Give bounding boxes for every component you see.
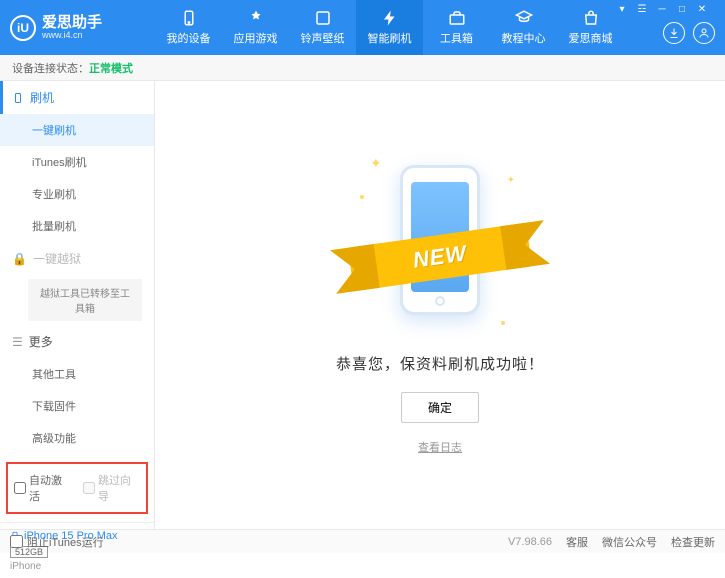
maximize-icon[interactable]: □ [675, 4, 689, 15]
flash-options-highlighted: 自动激活 跳过向导 [6, 462, 148, 514]
connection-mode: 正常模式 [89, 60, 133, 76]
footer-update[interactable]: 检查更新 [671, 534, 715, 550]
main-content: ✦ ✦ NEW 恭喜您，保资料刷机成功啦！ 确定 查看日志 [155, 81, 725, 529]
nav-toolbox[interactable]: 工具箱 [423, 0, 490, 55]
lock-icon: 🔒 [12, 252, 27, 266]
phone-icon [12, 92, 24, 104]
app-logo: iU 爱思助手 www.i4.cn [0, 15, 155, 41]
device-icon [180, 9, 198, 27]
minimize-icon[interactable]: ─ [655, 4, 669, 15]
toolbox-icon [448, 9, 466, 27]
ok-button[interactable]: 确定 [401, 392, 479, 423]
device-type: iPhone [10, 561, 144, 572]
tutorial-icon [515, 9, 533, 27]
app-header: iU 爱思助手 www.i4.cn 我的设备 应用游戏 铃声壁纸 智能刷机 工具… [0, 0, 725, 55]
nav-my-device[interactable]: 我的设备 [155, 0, 222, 55]
sidebar-item-batch-flash[interactable]: 批量刷机 [0, 210, 154, 242]
block-itunes-checkbox[interactable]: 阻止iTunes运行 [10, 534, 104, 550]
checkbox-skip-setup[interactable]: 跳过向导 [83, 472, 140, 504]
footer-wechat[interactable]: 微信公众号 [602, 534, 657, 550]
nav-apps[interactable]: 应用游戏 [222, 0, 289, 55]
success-message: 恭喜您，保资料刷机成功啦！ [336, 353, 544, 374]
nav-tutorials[interactable]: 教程中心 [490, 0, 557, 55]
sidebar-item-advanced[interactable]: 高级功能 [0, 422, 154, 454]
list-icon: ☰ [12, 335, 23, 349]
app-url: www.i4.cn [42, 30, 102, 41]
sidebar-item-other-tools[interactable]: 其他工具 [0, 358, 154, 390]
store-icon [582, 9, 600, 27]
device-status-bar: 设备连接状态： 正常模式 [0, 55, 725, 81]
skin-icon[interactable]: ☲ [635, 4, 649, 15]
logo-icon: iU [10, 15, 36, 41]
window-controls: ▾ ☲ ─ □ ✕ [615, 4, 719, 15]
sidebar-item-itunes-flash[interactable]: iTunes刷机 [0, 146, 154, 178]
group-flash[interactable]: 刷机 [0, 81, 154, 114]
nav-store[interactable]: 爱思商城 [557, 0, 624, 55]
device-info: iPhone 15 Pro Max 512GB iPhone [0, 522, 154, 578]
close-icon[interactable]: ✕ [695, 4, 709, 15]
group-jailbreak: 🔒 一键越狱 [0, 242, 154, 275]
sidebar: 刷机 一键刷机 iTunes刷机 专业刷机 批量刷机 🔒 一键越狱 越狱工具已转… [0, 81, 155, 529]
sidebar-item-download-firmware[interactable]: 下载固件 [0, 390, 154, 422]
sidebar-item-oneclick-flash[interactable]: 一键刷机 [0, 114, 154, 146]
success-illustration: ✦ ✦ NEW [360, 155, 520, 335]
nav-ringtones[interactable]: 铃声壁纸 [289, 0, 356, 55]
nav-flash[interactable]: 智能刷机 [356, 0, 423, 55]
app-title: 爱思助手 [42, 15, 102, 30]
account-button[interactable] [693, 22, 715, 44]
group-more[interactable]: ☰ 更多 [0, 325, 154, 358]
flash-icon [381, 9, 399, 27]
checkbox-auto-activate[interactable]: 自动激活 [14, 472, 71, 504]
jailbreak-moved-note: 越狱工具已转移至工具箱 [28, 279, 142, 321]
apps-icon [247, 9, 265, 27]
sidebar-item-pro-flash[interactable]: 专业刷机 [0, 178, 154, 210]
view-log-link[interactable]: 查看日志 [418, 439, 462, 455]
version-label: V7.98.66 [508, 536, 552, 548]
download-button[interactable] [663, 22, 685, 44]
menu-icon[interactable]: ▾ [615, 4, 629, 15]
footer-support[interactable]: 客服 [566, 534, 588, 550]
wallpaper-icon [314, 9, 332, 27]
